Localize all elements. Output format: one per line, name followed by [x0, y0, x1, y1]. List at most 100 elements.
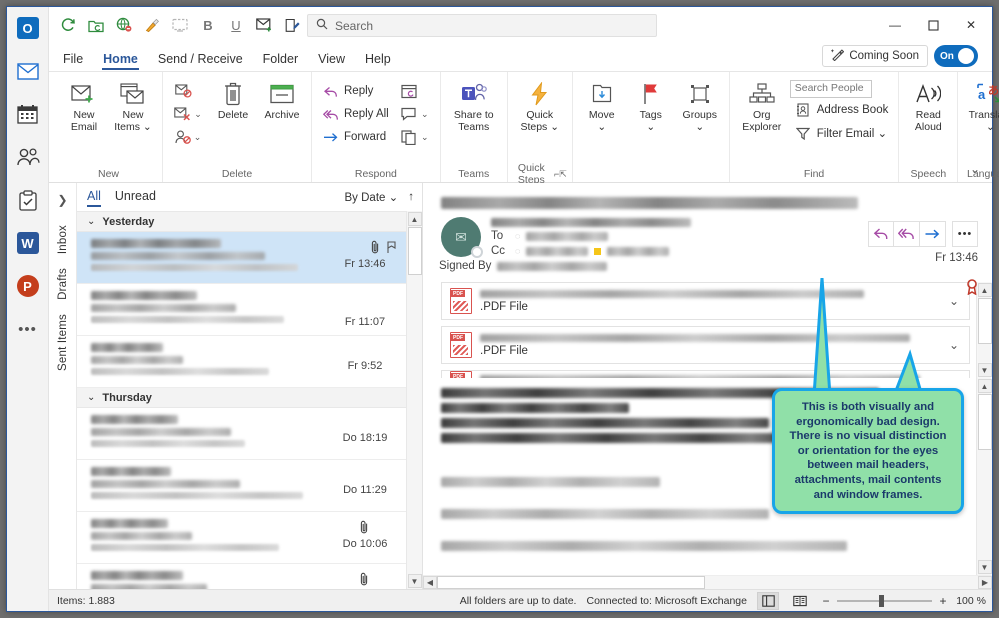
tab-help[interactable]: Help: [355, 49, 401, 71]
filter-email-button[interactable]: Filter Email ⌄: [790, 122, 894, 144]
groups-button[interactable]: Groups ⌄: [676, 78, 724, 136]
more-actions-button[interactable]: •••: [952, 221, 978, 247]
attachment-item[interactable]: PDF ⌄: [441, 370, 970, 378]
clean-up-button[interactable]: ⌄: [168, 103, 208, 125]
mail-module-icon[interactable]: [15, 58, 41, 84]
meeting-button[interactable]: [395, 80, 425, 102]
read-aloud-button[interactable]: Read Aloud: [904, 78, 952, 136]
filter-all[interactable]: All: [87, 189, 101, 207]
certificate-ribbon-icon[interactable]: [966, 279, 978, 298]
table-row[interactable]: Do 18:19: [77, 408, 406, 460]
zoom-out-button[interactable]: −: [821, 594, 831, 608]
scroll-up-button[interactable]: ▲: [977, 283, 992, 297]
more-respond-button[interactable]: ⌄: [395, 126, 435, 148]
word-app-icon[interactable]: W: [15, 230, 41, 256]
zoom-in-button[interactable]: +: [938, 594, 948, 608]
forward-button[interactable]: Forward: [317, 126, 394, 148]
reply-all-button[interactable]: [894, 221, 920, 247]
sort-by-date-dropdown[interactable]: By Date ⌄: [345, 190, 399, 204]
reply-all-button[interactable]: Reply All: [317, 103, 394, 125]
collapse-ribbon-button[interactable]: ⌄: [964, 160, 986, 178]
share-to-teams-button[interactable]: Share to Teams: [446, 78, 502, 136]
scroll-up-button[interactable]: ▲: [407, 212, 422, 226]
search-people-input[interactable]: Search People: [789, 80, 872, 98]
powerpoint-app-icon[interactable]: P: [15, 273, 41, 299]
message-body-horizontal-scrollbar[interactable]: ◀ ▶: [423, 575, 992, 589]
dialog-launcher-icon[interactable]: ⌐⇱: [554, 169, 567, 180]
tasks-module-icon[interactable]: [15, 187, 41, 213]
quick-steps-button[interactable]: Quick Steps ⌄: [513, 78, 567, 136]
chevron-down-icon[interactable]: ⌄: [945, 338, 963, 352]
zoom-slider[interactable]: [837, 594, 932, 608]
reply-button[interactable]: [868, 221, 894, 247]
day-group-thursday[interactable]: ⌄ Thursday: [77, 388, 406, 408]
zoom-level[interactable]: 100 %: [954, 595, 986, 607]
scroll-track[interactable]: [977, 298, 992, 362]
org-explorer-button[interactable]: Org Explorer: [735, 78, 789, 136]
tab-view[interactable]: View: [308, 49, 355, 71]
im-button[interactable]: ⌄: [395, 103, 435, 125]
outlook-logo-icon[interactable]: O: [15, 15, 41, 41]
scroll-track[interactable]: [977, 394, 992, 559]
new-email-button[interactable]: New Email: [60, 78, 108, 136]
tab-folder[interactable]: Folder: [253, 49, 308, 71]
reading-view-button[interactable]: [789, 592, 811, 610]
sidebar-item-sent-items[interactable]: Sent Items: [57, 314, 69, 371]
archive-button[interactable]: Archive: [258, 78, 306, 124]
scroll-thumb[interactable]: [407, 227, 422, 275]
forward-button[interactable]: [920, 221, 946, 247]
new-note-icon[interactable]: [279, 12, 305, 38]
reply-button[interactable]: Reply: [317, 80, 394, 102]
sidebar-item-drafts[interactable]: Drafts: [57, 268, 69, 300]
touch-mode-icon[interactable]: [167, 12, 193, 38]
message-body-scrollbar[interactable]: ▲ ▼: [976, 378, 992, 575]
send-receive-all-icon[interactable]: [55, 12, 81, 38]
scroll-down-button[interactable]: ▼: [977, 560, 992, 574]
more-apps-icon[interactable]: •••: [15, 316, 41, 342]
table-row[interactable]: Do 10:06: [77, 512, 406, 564]
maximize-button[interactable]: [914, 11, 952, 39]
table-row[interactable]: Fr 9:52: [77, 336, 406, 388]
attachment-item[interactable]: PDF .PDF File ⌄: [441, 326, 970, 364]
ignore-button[interactable]: [168, 80, 198, 102]
table-row[interactable]: Fr 11:07: [77, 284, 406, 336]
arrow-up-icon[interactable]: ↑: [408, 191, 414, 203]
scroll-thumb[interactable]: [977, 298, 992, 344]
tab-send-receive[interactable]: Send / Receive: [148, 49, 253, 71]
new-email-icon[interactable]: [251, 12, 277, 38]
update-folder-icon[interactable]: [83, 12, 109, 38]
expand-folder-pane-icon[interactable]: ❯: [57, 189, 67, 211]
table-row[interactable]: Do 8:42: [77, 564, 406, 589]
scroll-track[interactable]: [407, 227, 422, 573]
new-items-button[interactable]: New Items ⌄: [109, 78, 157, 136]
underline-icon[interactable]: U: [223, 12, 249, 38]
delete-button[interactable]: Delete: [209, 78, 257, 124]
scroll-down-button[interactable]: ▼: [407, 574, 422, 588]
filter-unread[interactable]: Unread: [115, 189, 156, 205]
avatar[interactable]: ✉: [441, 217, 483, 258]
table-row[interactable]: Do 11:29: [77, 460, 406, 512]
scroll-thumb-horizontal[interactable]: [437, 576, 705, 589]
format-painter-icon[interactable]: [139, 12, 165, 38]
tags-button[interactable]: Tags ⌄: [627, 78, 675, 136]
minimize-button[interactable]: —: [876, 11, 914, 39]
send-receive-groups-icon[interactable]: [111, 12, 137, 38]
tab-file[interactable]: File: [53, 49, 93, 71]
search-input[interactable]: Search: [307, 14, 657, 37]
zoom-slider-knob[interactable]: [878, 594, 884, 607]
sidebar-item-inbox[interactable]: Inbox: [57, 225, 69, 254]
scroll-up-button[interactable]: ▲: [977, 379, 992, 393]
junk-button[interactable]: ⌄: [168, 126, 208, 148]
attachments-scrollbar[interactable]: ▲ ▼: [976, 282, 992, 378]
move-button[interactable]: Move ⌄: [578, 78, 626, 136]
flag-icon[interactable]: [387, 240, 396, 257]
scroll-track-horizontal[interactable]: [437, 576, 978, 589]
scroll-right-button[interactable]: ▶: [978, 576, 992, 589]
tab-home[interactable]: Home: [93, 49, 148, 71]
scroll-thumb[interactable]: [977, 394, 992, 450]
scroll-down-button[interactable]: ▼: [977, 363, 992, 377]
people-module-icon[interactable]: [15, 144, 41, 170]
close-button[interactable]: ✕: [952, 11, 990, 39]
table-row[interactable]: Fr 13:46: [77, 232, 406, 284]
coming-soon-button[interactable]: Coming Soon: [822, 45, 928, 67]
